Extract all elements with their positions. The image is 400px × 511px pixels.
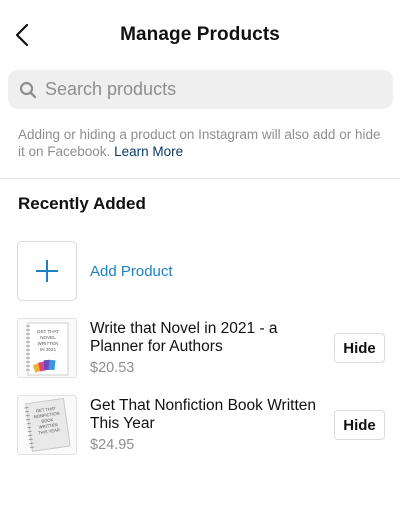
learn-more-link[interactable]: Learn More bbox=[114, 144, 183, 159]
section-title: Recently Added bbox=[18, 194, 146, 213]
product-price: $24.95 bbox=[90, 437, 135, 453]
product-name: Write that Novel in 2021 - a Planner for… bbox=[90, 320, 278, 355]
product-thumbnail: GET THAT NONFICTION BOOK WRITTEN THIS YE… bbox=[17, 395, 77, 455]
search-input[interactable] bbox=[45, 79, 365, 100]
add-product-box[interactable] bbox=[17, 241, 77, 301]
plus-icon bbox=[36, 260, 58, 282]
add-product-label: Add Product bbox=[90, 262, 173, 280]
product-price: $20.53 bbox=[90, 360, 135, 376]
hide-button[interactable]: Hide bbox=[334, 333, 385, 363]
search-bar[interactable] bbox=[8, 70, 393, 109]
product-row[interactable]: GET THAT NOVEL WRITTEN IN 2021 Write tha… bbox=[17, 317, 387, 379]
svg-text:GET THAT: GET THAT bbox=[37, 329, 59, 334]
info-message: Adding or hiding a product on Instagram … bbox=[18, 127, 381, 159]
add-product-button[interactable]: Add Product bbox=[17, 241, 387, 301]
search-icon bbox=[19, 81, 37, 99]
divider bbox=[0, 178, 400, 179]
page-title: Manage Products bbox=[120, 24, 280, 45]
product-name: Get That Nonfiction Book Written This Ye… bbox=[90, 397, 317, 432]
header-bar: Manage Products bbox=[0, 0, 400, 72]
product-row[interactable]: GET THAT NONFICTION BOOK WRITTEN THIS YE… bbox=[17, 394, 387, 456]
info-text: Adding or hiding a product on Instagram … bbox=[18, 126, 388, 160]
svg-text:WRITTEN: WRITTEN bbox=[38, 341, 59, 346]
hide-button[interactable]: Hide bbox=[334, 410, 385, 440]
product-thumbnail: GET THAT NOVEL WRITTEN IN 2021 bbox=[17, 318, 77, 378]
svg-text:IN 2021: IN 2021 bbox=[40, 347, 57, 352]
svg-text:NOVEL: NOVEL bbox=[40, 335, 56, 340]
